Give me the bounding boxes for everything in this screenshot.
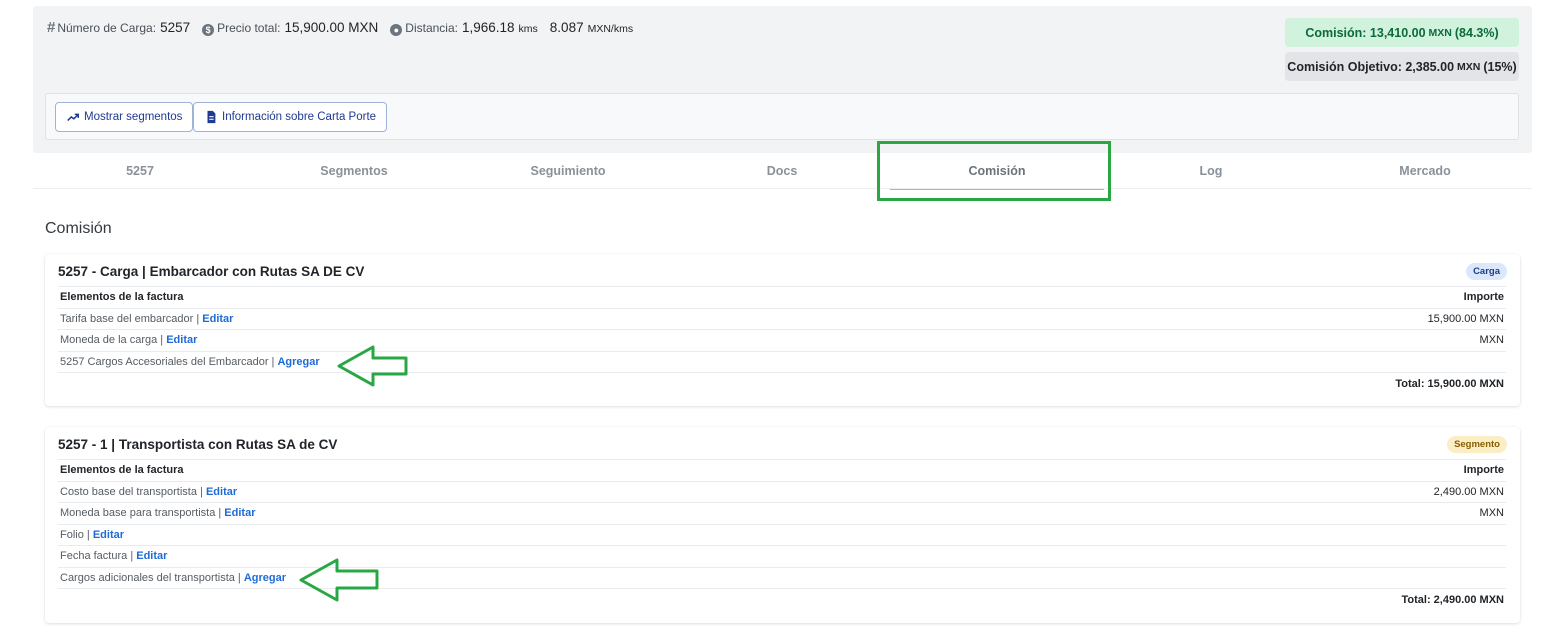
add-link[interactable]: Agregar — [277, 356, 319, 368]
total-amount: Total: 15,900.00 MXN — [1072, 372, 1506, 394]
col-header-item: Elementos de la factura — [58, 459, 1048, 481]
load-summary-panel: # Número de Carga: 5257 $ Precio total: … — [33, 6, 1532, 153]
target-commission-badge: Comisión Objetivo: 2,385.00 MXN (15%) — [1285, 52, 1519, 81]
carta-porte-info-button[interactable]: Información sobre Carta Porte — [193, 102, 388, 132]
row-label: 5257 Cargos Accesoriales del Embarcador … — [60, 355, 275, 368]
row-label: Moneda base para transportista | — [60, 507, 222, 520]
row-label: Tarifa base del embarcador | — [60, 312, 200, 325]
col-header-amount: Importe — [1072, 286, 1506, 308]
table-row: Moneda de la carga | Editar MXN — [58, 329, 1506, 351]
row-label: Fecha factura | — [60, 550, 134, 563]
row-amount: 15,900.00 MXN — [1072, 307, 1506, 330]
shipper-invoice-card: 5257 - Carga | Embarcador con Rutas SA D… — [45, 254, 1520, 406]
table-row: Moneda base para transportista | Editar … — [58, 502, 1506, 524]
card-title: 5257 - 1 | Transportista con Rutas SA de… — [58, 437, 338, 452]
row-amount — [1047, 545, 1506, 567]
row-amount: MXN — [1072, 329, 1506, 351]
edit-link[interactable]: Editar — [93, 529, 124, 541]
row-amount — [1047, 523, 1506, 546]
load-number: # Número de Carga: 5257 — [47, 19, 191, 36]
invoice-table: Elementos de la factura Importe Costo ba… — [58, 459, 1506, 610]
section-title: Comisión — [45, 220, 112, 237]
table-row: Fecha factura | Editar — [58, 545, 1506, 567]
total-price: $ Precio total: 15,900.00 MXN — [202, 20, 378, 36]
tab-bar: 5257 Segmentos Seguimiento Docs Comisión… — [33, 153, 1532, 190]
edit-link[interactable]: Editar — [166, 334, 197, 346]
invoice-table: Elementos de la factura Importe Tarifa b… — [58, 286, 1506, 394]
table-row: Costo base del transportista | Editar 2,… — [58, 480, 1506, 503]
show-segments-button[interactable]: Mostrar segmentos — [55, 102, 194, 132]
tab-market[interactable]: Mercado — [1318, 153, 1532, 189]
tab-docs[interactable]: Docs — [675, 153, 889, 189]
hash-icon: # — [47, 19, 56, 36]
commission-badge: Comisión: 13,410.00 MXN (84.3%) — [1285, 18, 1519, 47]
type-badge: Segmento — [1447, 436, 1507, 453]
annotation-arrow-left-icon — [337, 345, 408, 387]
table-row: Cargos adicionales del transportista | A… — [58, 566, 1506, 589]
row-amount: 2,490.00 MXN — [1047, 480, 1506, 503]
annotation-arrow-left-icon — [299, 558, 379, 602]
table-row: 5257 Cargos Accesoriales del Embarcador … — [58, 350, 1506, 373]
row-label: Costo base del transportista | — [60, 485, 203, 498]
table-row: Tarifa base del embarcador | Editar 15,9… — [58, 307, 1506, 330]
distance: ● Distancia: 1,966.18 kms 8.087 MXN/kms — [390, 20, 633, 36]
add-link[interactable]: Agregar — [244, 572, 286, 584]
edit-link[interactable]: Editar — [136, 550, 167, 562]
dollar-icon: $ — [202, 24, 215, 36]
table-header: Elementos de la factura Importe — [58, 286, 1506, 308]
carrier-invoice-card: 5257 - 1 | Transportista con Rutas SA de… — [45, 427, 1520, 623]
col-header-amount: Importe — [1047, 459, 1506, 481]
edit-link[interactable]: Editar — [206, 486, 237, 498]
row-label: Moneda de la carga | — [60, 334, 164, 347]
tab-tracking[interactable]: Seguimiento — [461, 153, 675, 189]
total-amount: Total: 2,490.00 MXN — [1047, 588, 1506, 610]
annotation-highlight-box — [877, 141, 1111, 201]
col-header-item: Elementos de la factura — [58, 286, 1073, 308]
row-amount — [1072, 350, 1506, 373]
globe-icon: ● — [390, 24, 403, 36]
row-amount — [1047, 566, 1506, 589]
table-row: Folio | Editar — [58, 523, 1506, 546]
total-row: Total: 2,490.00 MXN — [58, 588, 1506, 610]
tab-load[interactable]: 5257 — [33, 153, 247, 189]
edit-link[interactable]: Editar — [224, 507, 255, 519]
tab-log[interactable]: Log — [1104, 153, 1318, 189]
row-amount: MXN — [1047, 502, 1506, 524]
load-meta-row: # Número de Carga: 5257 $ Precio total: … — [47, 19, 645, 36]
action-bar: Mostrar segmentos Información sobre Cart… — [45, 93, 1519, 140]
document-icon — [207, 110, 216, 124]
table-header: Elementos de la factura Importe — [58, 459, 1506, 481]
row-label: Folio | — [60, 528, 90, 541]
trending-up-icon — [67, 113, 80, 122]
total-row: Total: 15,900.00 MXN — [58, 372, 1506, 394]
tab-segments[interactable]: Segmentos — [247, 153, 461, 189]
type-badge: Carga — [1466, 263, 1507, 280]
row-label: Cargos adicionales del transportista | — [60, 571, 241, 584]
edit-link[interactable]: Editar — [202, 313, 233, 325]
card-title: 5257 - Carga | Embarcador con Rutas SA D… — [58, 264, 365, 279]
